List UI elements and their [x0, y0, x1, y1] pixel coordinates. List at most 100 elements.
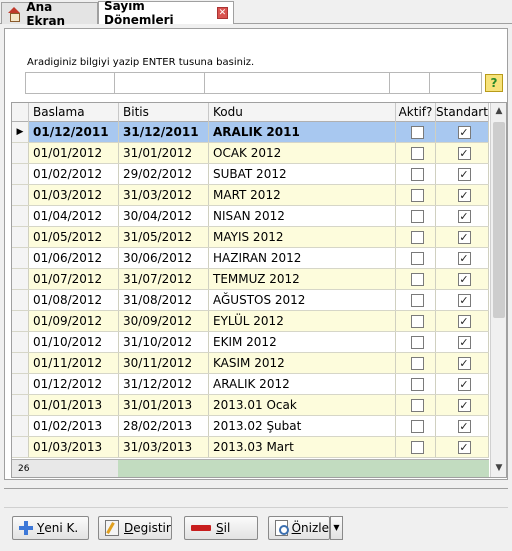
- cell-baslama[interactable]: 01/12/2011: [29, 122, 119, 142]
- cell-kodu[interactable]: ARALIK 2011: [209, 122, 396, 142]
- cell-baslama[interactable]: 01/10/2012: [29, 332, 119, 352]
- filter-aktif[interactable]: [389, 72, 430, 94]
- cell-bitis[interactable]: 31/03/2013: [119, 437, 209, 457]
- cell-kodu[interactable]: ARALIK 2012: [209, 374, 396, 394]
- scroll-up-icon[interactable]: ▲: [491, 103, 506, 120]
- cell-baslama[interactable]: 01/08/2012: [29, 290, 119, 310]
- standart-checkbox[interactable]: ✓: [457, 126, 471, 139]
- standart-checkbox[interactable]: ✓: [457, 420, 471, 433]
- cell-baslama[interactable]: 01/03/2012: [29, 185, 119, 205]
- standart-checkbox[interactable]: ✓: [457, 189, 471, 202]
- aktif-checkbox[interactable]: [411, 378, 424, 391]
- aktif-checkbox[interactable]: [411, 147, 424, 160]
- standart-checkbox[interactable]: ✓: [457, 147, 471, 160]
- table-row[interactable]: 01/01/2012 31/01/2012 OCAK 2012 ✓: [12, 143, 489, 164]
- standart-checkbox[interactable]: ✓: [457, 315, 471, 328]
- table-row[interactable]: 01/06/2012 30/06/2012 HAZIRAN 2012 ✓: [12, 248, 489, 269]
- cell-baslama[interactable]: 01/11/2012: [29, 353, 119, 373]
- standart-checkbox[interactable]: ✓: [457, 252, 471, 265]
- cell-kodu[interactable]: 2013.01 Ocak: [209, 395, 396, 415]
- aktif-checkbox[interactable]: [411, 399, 424, 412]
- table-row[interactable]: 01/04/2012 30/04/2012 NISAN 2012 ✓: [12, 206, 489, 227]
- filter-bitis[interactable]: [114, 72, 205, 94]
- scroll-down-icon[interactable]: ▼: [491, 460, 506, 477]
- cell-kodu[interactable]: NISAN 2012: [209, 206, 396, 226]
- cell-bitis[interactable]: 30/09/2012: [119, 311, 209, 331]
- cell-kodu[interactable]: AĞUSTOS 2012: [209, 290, 396, 310]
- cell-baslama[interactable]: 01/03/2013: [29, 437, 119, 457]
- table-row[interactable]: ▶ 01/12/2011 31/12/2011 ARALIK 2011 ✓: [12, 122, 489, 143]
- cell-kodu[interactable]: HAZIRAN 2012: [209, 248, 396, 268]
- cell-bitis[interactable]: 31/08/2012: [119, 290, 209, 310]
- cell-baslama[interactable]: 01/01/2013: [29, 395, 119, 415]
- tab-ana-ekran[interactable]: Ana Ekran: [1, 0, 98, 28]
- cell-baslama[interactable]: 01/05/2012: [29, 227, 119, 247]
- yeni-kayit-button[interactable]: Yeni K.: [12, 516, 89, 540]
- cell-baslama[interactable]: 01/06/2012: [29, 248, 119, 268]
- table-row[interactable]: 01/02/2012 29/02/2012 SUBAT 2012 ✓: [12, 164, 489, 185]
- standart-checkbox[interactable]: ✓: [457, 231, 471, 244]
- cell-bitis[interactable]: 31/12/2012: [119, 374, 209, 394]
- cell-baslama[interactable]: 01/01/2012: [29, 143, 119, 163]
- aktif-checkbox[interactable]: [411, 189, 424, 202]
- cell-bitis[interactable]: 31/12/2011: [119, 122, 209, 142]
- aktif-checkbox[interactable]: [411, 231, 424, 244]
- header-bitis[interactable]: Bitis: [119, 103, 209, 122]
- vertical-scrollbar[interactable]: ▲ ▼: [490, 103, 506, 477]
- standart-checkbox[interactable]: ✓: [457, 336, 471, 349]
- cell-kodu[interactable]: TEMMUZ 2012: [209, 269, 396, 289]
- aktif-checkbox[interactable]: [411, 420, 424, 433]
- cell-kodu[interactable]: 2013.02 Şubat: [209, 416, 396, 436]
- header-aktif[interactable]: Aktif?: [396, 103, 436, 122]
- cell-kodu[interactable]: EYLÜL 2012: [209, 311, 396, 331]
- filter-baslama[interactable]: [25, 72, 115, 94]
- cell-bitis[interactable]: 30/06/2012: [119, 248, 209, 268]
- aktif-checkbox[interactable]: [411, 294, 424, 307]
- table-row[interactable]: 01/12/2012 31/12/2012 ARALIK 2012 ✓: [12, 374, 489, 395]
- filter-standart[interactable]: [429, 72, 482, 94]
- cell-baslama[interactable]: 01/07/2012: [29, 269, 119, 289]
- standart-checkbox[interactable]: ✓: [457, 210, 471, 223]
- cell-kodu[interactable]: OCAK 2012: [209, 143, 396, 163]
- filter-kodu[interactable]: [204, 72, 390, 94]
- aktif-checkbox[interactable]: [411, 126, 424, 139]
- table-row[interactable]: 01/02/2013 28/02/2013 2013.02 Şubat ✓: [12, 416, 489, 437]
- aktif-checkbox[interactable]: [411, 357, 424, 370]
- table-row[interactable]: 01/05/2012 31/05/2012 MAYIS 2012 ✓: [12, 227, 489, 248]
- cell-kodu[interactable]: EKIM 2012: [209, 332, 396, 352]
- table-row[interactable]: 01/11/2012 30/11/2012 KASIM 2012 ✓: [12, 353, 489, 374]
- header-kodu[interactable]: Kodu: [209, 103, 396, 122]
- cell-bitis[interactable]: 29/02/2012: [119, 164, 209, 184]
- cell-kodu[interactable]: MART 2012: [209, 185, 396, 205]
- scroll-thumb[interactable]: [493, 122, 505, 318]
- table-row[interactable]: 01/03/2013 31/03/2013 2013.03 Mart ✓: [12, 437, 489, 458]
- cell-bitis[interactable]: 31/03/2012: [119, 185, 209, 205]
- table-row[interactable]: 01/01/2013 31/01/2013 2013.01 Ocak ✓: [12, 395, 489, 416]
- standart-checkbox[interactable]: ✓: [457, 378, 471, 391]
- cell-bitis[interactable]: 30/11/2012: [119, 353, 209, 373]
- header-baslama[interactable]: Baslama: [29, 103, 119, 122]
- standart-checkbox[interactable]: ✓: [457, 294, 471, 307]
- cell-baslama[interactable]: 01/02/2013: [29, 416, 119, 436]
- cell-baslama[interactable]: 01/02/2012: [29, 164, 119, 184]
- table-row[interactable]: 01/09/2012 30/09/2012 EYLÜL 2012 ✓: [12, 311, 489, 332]
- cell-bitis[interactable]: 31/07/2012: [119, 269, 209, 289]
- cell-kodu[interactable]: KASIM 2012: [209, 353, 396, 373]
- standart-checkbox[interactable]: ✓: [457, 168, 471, 181]
- degistir-button[interactable]: Degistir: [98, 516, 172, 540]
- table-row[interactable]: 01/07/2012 31/07/2012 TEMMUZ 2012 ✓: [12, 269, 489, 290]
- cell-kodu[interactable]: 2013.03 Mart: [209, 437, 396, 457]
- table-row[interactable]: 01/10/2012 31/10/2012 EKIM 2012 ✓: [12, 332, 489, 353]
- cell-kodu[interactable]: MAYIS 2012: [209, 227, 396, 247]
- cell-bitis[interactable]: 31/01/2013: [119, 395, 209, 415]
- cell-bitis[interactable]: 31/01/2012: [119, 143, 209, 163]
- aktif-checkbox[interactable]: [411, 315, 424, 328]
- aktif-checkbox[interactable]: [411, 210, 424, 223]
- standart-checkbox[interactable]: ✓: [457, 441, 471, 454]
- table-row[interactable]: 01/03/2012 31/03/2012 MART 2012 ✓: [12, 185, 489, 206]
- cell-bitis[interactable]: 31/05/2012: [119, 227, 209, 247]
- standart-checkbox[interactable]: ✓: [457, 357, 471, 370]
- cell-baslama[interactable]: 01/12/2012: [29, 374, 119, 394]
- onizle-dropdown-icon[interactable]: ▼: [330, 516, 343, 540]
- cell-baslama[interactable]: 01/04/2012: [29, 206, 119, 226]
